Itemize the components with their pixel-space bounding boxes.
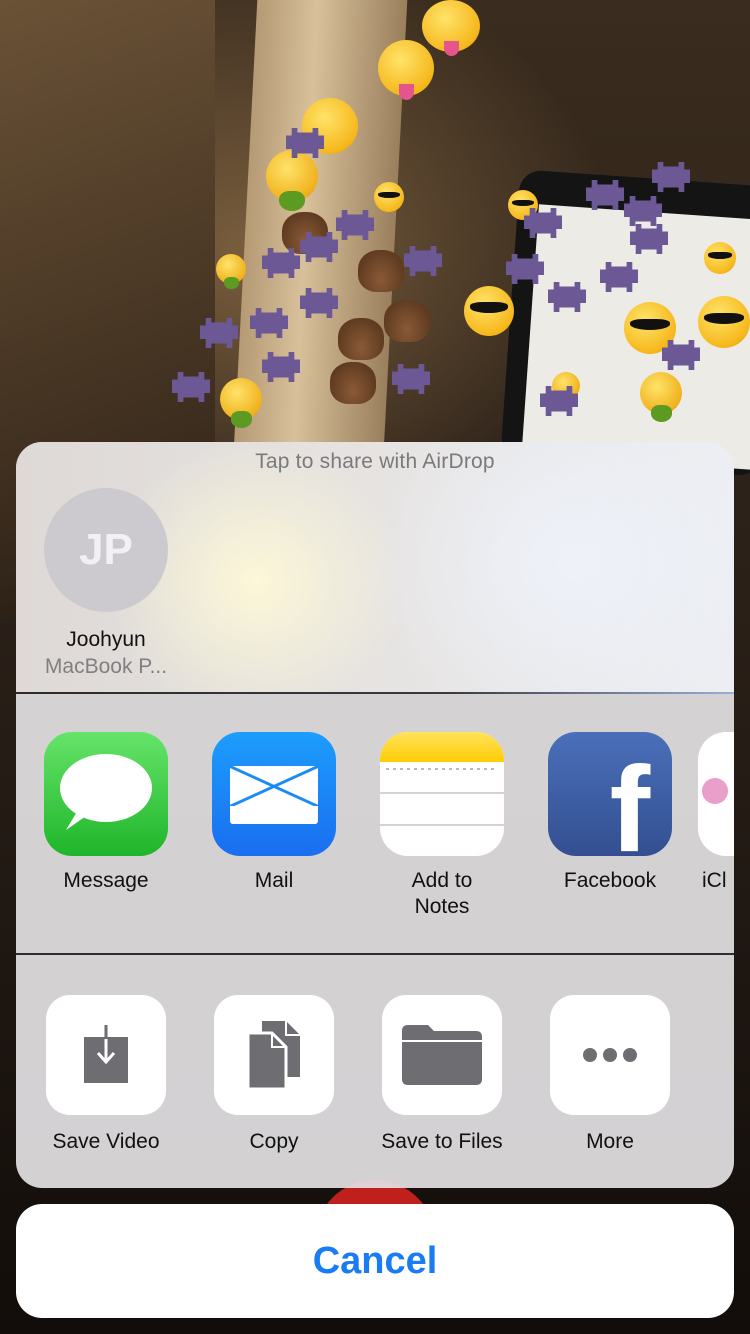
alien-monster-emoji <box>662 340 700 370</box>
share-app-mail[interactable]: Mail <box>194 732 354 894</box>
airdrop-contact[interactable]: JP Joohyun MacBook P... <box>34 488 178 680</box>
sunglasses-face-emoji <box>374 182 404 212</box>
action-label: Save to Files <box>381 1130 503 1153</box>
airdrop-title: Tap to share with AirDrop <box>255 450 495 473</box>
copy-icon[interactable] <box>214 995 334 1115</box>
sunglasses-face-emoji <box>704 242 736 274</box>
cancel-button[interactable]: Cancel <box>16 1204 734 1318</box>
airdrop-section: Tap to share with AirDrop JP Joohyun Mac… <box>16 442 734 692</box>
alien-monster-emoji <box>540 386 578 416</box>
mail-icon[interactable] <box>212 732 336 856</box>
pile-of-poo-emoji <box>358 250 404 292</box>
action-label: More <box>586 1130 634 1153</box>
alien-monster-emoji <box>404 246 442 276</box>
share-app-message[interactable]: Message <box>26 732 186 894</box>
share-app-notes[interactable]: Add to Notes <box>362 732 522 920</box>
action-label: Copy <box>249 1130 299 1153</box>
alien-monster-emoji <box>262 248 300 278</box>
icloud-icon[interactable] <box>698 732 734 856</box>
pile-of-poo-emoji <box>330 362 376 404</box>
save-video-icon[interactable] <box>46 995 166 1115</box>
alien-monster-emoji <box>652 162 690 192</box>
alien-monster-emoji <box>524 208 562 238</box>
notes-icon[interactable] <box>380 732 504 856</box>
share-apps-row[interactable]: Message Mail Add to Notes f Facebook iCl <box>16 694 734 953</box>
pile-of-poo-emoji <box>338 318 384 360</box>
copy-action[interactable]: Copy <box>189 995 359 1155</box>
crazy-face-emoji <box>378 40 434 101</box>
action-label: Save Video <box>52 1130 160 1153</box>
folder-icon[interactable] <box>382 995 502 1115</box>
share-app-icloud[interactable]: iCl <box>698 732 734 894</box>
alien-monster-emoji <box>600 262 638 292</box>
alien-monster-emoji <box>286 128 324 158</box>
more-action[interactable]: More <box>525 995 695 1155</box>
app-label: Message <box>63 869 149 892</box>
save-video-action[interactable]: Save Video <box>21 995 191 1155</box>
app-label: Facebook <box>563 869 657 892</box>
alien-monster-emoji <box>506 254 544 284</box>
alien-monster-emoji <box>624 196 662 226</box>
messages-icon[interactable] <box>44 732 168 856</box>
avatar[interactable]: JP <box>44 488 168 612</box>
alien-monster-emoji <box>300 288 338 318</box>
sunglasses-face-emoji <box>698 296 750 348</box>
app-label: Mail <box>254 869 294 892</box>
alien-monster-emoji <box>586 180 624 210</box>
alien-monster-emoji <box>548 282 586 312</box>
alien-monster-emoji <box>300 232 338 262</box>
nauseated-face-emoji <box>220 378 262 428</box>
alien-monster-emoji <box>336 210 374 240</box>
app-label: Add to Notes <box>411 869 473 918</box>
nauseated-face-emoji <box>640 372 682 422</box>
pile-of-poo-emoji <box>384 300 430 342</box>
alien-monster-emoji <box>392 364 430 394</box>
save-to-files-action[interactable]: Save to Files <box>357 995 527 1155</box>
more-icon[interactable] <box>550 995 670 1115</box>
contact-device: MacBook P... <box>44 655 168 678</box>
crazy-face-emoji <box>422 0 480 57</box>
contact-name: Joohyun <box>66 628 146 651</box>
nauseated-face-emoji <box>216 254 246 290</box>
sunglasses-face-emoji <box>464 286 514 336</box>
facebook-icon[interactable]: f <box>548 732 672 856</box>
alien-monster-emoji <box>262 352 300 382</box>
share-sheet: Tap to share with AirDrop JP Joohyun Mac… <box>16 442 734 1188</box>
share-app-facebook[interactable]: f Facebook <box>530 732 690 894</box>
alien-monster-emoji <box>630 224 668 254</box>
app-label: iCl <box>702 869 727 892</box>
share-actions-row: Save Video Copy Save to Files More <box>16 955 734 1188</box>
